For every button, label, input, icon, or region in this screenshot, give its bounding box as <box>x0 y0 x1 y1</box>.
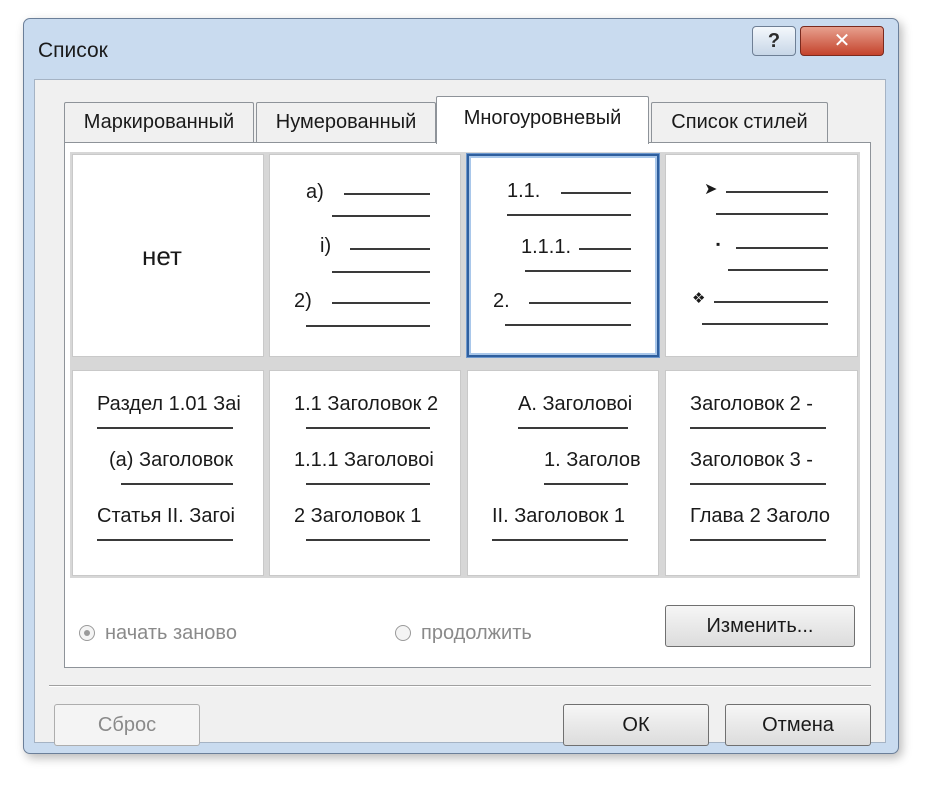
level-3-label: Статья ІІ. Загоі <box>97 505 235 527</box>
level-line <box>97 539 233 541</box>
gallery-item-heading-decimal[interactable]: 1.1 Заголовок 2 1.1.1 Заголовоі 2 Заголо… <box>269 370 461 576</box>
ok-button-label: ОК <box>622 714 650 736</box>
level-line <box>332 215 430 217</box>
modify-button[interactable]: Изменить... <box>665 605 855 647</box>
level-3-label: 2 Заголовок 1 <box>294 505 422 527</box>
arrow-bullet-icon: ➤ <box>704 181 718 198</box>
list-dialog: Список ? ✕ Маркированный Нумерованный Мн… <box>23 18 899 754</box>
level-line <box>736 247 828 249</box>
gallery-item-heading-section[interactable]: Раздел 1.01 Заі (а) Заголовок Статья ІІ.… <box>72 370 264 576</box>
level-1-label: a) <box>306 181 324 203</box>
modify-button-label: Изменить... <box>706 615 814 637</box>
level-line <box>518 427 628 429</box>
tab-list-styles[interactable]: Список стилей <box>651 102 828 142</box>
reset-button[interactable]: Сброс <box>54 704 200 746</box>
level-line <box>505 324 631 326</box>
level-3-label: 2) <box>294 290 312 312</box>
level-line <box>728 269 828 271</box>
tab-label: Многоуровневый <box>463 107 622 129</box>
cancel-button[interactable]: Отмена <box>725 704 871 746</box>
level-line <box>306 325 430 327</box>
level-line <box>306 427 430 429</box>
level-1-label: 1.1 Заголовок 2 <box>294 393 439 415</box>
level-line <box>332 302 430 304</box>
tab-label: Маркированный <box>83 111 235 133</box>
reset-button-label: Сброс <box>97 714 157 736</box>
level-line <box>544 483 628 485</box>
tab-multilevel[interactable]: Многоуровневый <box>436 96 649 144</box>
gallery-item-alpha-roman[interactable]: a) i) 2) <box>269 154 461 357</box>
none-label: нет <box>142 241 182 271</box>
tab-label: Список стилей <box>671 111 808 133</box>
level-line <box>702 323 828 325</box>
level-line <box>332 271 430 273</box>
tab-label: Нумерованный <box>275 111 417 133</box>
diamond-bullet-icon: ❖ <box>692 290 706 307</box>
restart-numbering-label: начать заново <box>105 622 237 644</box>
continue-numbering-label: продолжить <box>421 622 532 644</box>
title-bar: Список ? ✕ <box>24 19 898 75</box>
cancel-button-label: Отмена <box>762 714 834 736</box>
gallery-item-bullets[interactable]: ➤ ▪ ❖ <box>665 154 858 357</box>
gallery-item-none[interactable]: нет <box>72 154 264 357</box>
level-1-label: 1.1. <box>507 180 541 202</box>
level-1-label: Раздел 1.01 Заі <box>97 393 241 415</box>
level-line <box>525 270 631 272</box>
level-2-label: 1.1.1 Заголовоі <box>294 449 434 471</box>
level-line <box>690 483 826 485</box>
level-line <box>690 539 826 541</box>
continue-numbering-radio[interactable] <box>395 625 411 641</box>
level-2-label: i) <box>320 235 332 257</box>
level-2-label: Заголовок 3 - <box>690 449 813 471</box>
level-line <box>306 483 430 485</box>
square-bullet-icon: ▪ <box>716 237 721 251</box>
gallery-item-heading-chapter[interactable]: Заголовок 2 - Заголовок 3 - Глава 2 Заго… <box>665 370 858 576</box>
level-line <box>726 191 828 193</box>
level-1-label: А. Заголовоі <box>518 393 633 415</box>
level-3-label: 2. <box>493 290 510 312</box>
separator <box>49 685 871 687</box>
level-line <box>306 539 430 541</box>
ok-button[interactable]: ОК <box>563 704 709 746</box>
level-line <box>350 248 430 250</box>
close-button[interactable]: ✕ <box>800 26 884 56</box>
restart-numbering-radio[interactable] <box>79 625 95 641</box>
tab-bulleted[interactable]: Маркированный <box>64 102 254 142</box>
level-line <box>97 427 233 429</box>
gallery-item-heading-outline[interactable]: А. Заголовоі 1. Заголов ІІ. Заголовок 1 <box>467 370 659 576</box>
level-line <box>529 302 631 304</box>
help-icon: ? <box>767 30 781 52</box>
gallery-item-decimal[interactable]: 1.1. 1.1.1. 2. <box>467 154 659 357</box>
dialog-title: Список <box>38 39 108 62</box>
level-line <box>121 483 233 485</box>
level-line <box>492 539 628 541</box>
level-3-label: Глава 2 Заголо <box>690 505 831 527</box>
level-line <box>690 427 826 429</box>
level-2-label: 1. Заголов <box>544 449 641 471</box>
level-line <box>561 192 631 194</box>
level-1-label: Заголовок 2 - <box>690 393 813 415</box>
list-gallery: нет a) i) 2) 1.1. 1.1.1. 2. ➤ ▪ ❖ Раздел… <box>70 152 860 578</box>
level-2-label: 1.1.1. <box>521 236 572 258</box>
level-line <box>579 248 631 250</box>
dialog-body: Маркированный Нумерованный Многоуровневы… <box>34 79 886 746</box>
level-line <box>714 301 828 303</box>
close-icon: ✕ <box>833 30 851 52</box>
level-3-label: ІІ. Заголовок 1 <box>492 505 625 527</box>
multilevel-panel: нет a) i) 2) 1.1. 1.1.1. 2. ➤ ▪ ❖ Раздел… <box>64 142 871 668</box>
tab-numbered[interactable]: Нумерованный <box>256 102 436 142</box>
level-line <box>716 213 828 215</box>
level-line <box>344 193 430 195</box>
level-2-label: (а) Заголовок <box>109 449 234 471</box>
level-line <box>507 214 631 216</box>
help-button[interactable]: ? <box>752 26 796 56</box>
